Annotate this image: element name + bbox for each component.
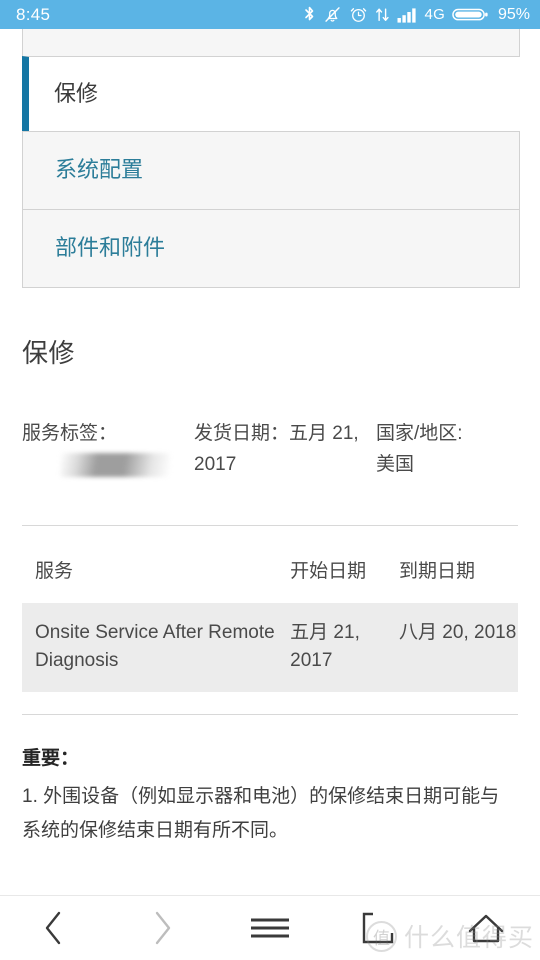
- page-title: 保修: [22, 338, 76, 368]
- chevron-left-icon: [41, 909, 67, 947]
- warranty-table: 服务 开始日期 到期日期 Onsite Service After Remote…: [22, 532, 518, 693]
- status-bar: 8:45 4G 95%: [0, 0, 540, 29]
- cell-start-date: 五月 21, 2017: [290, 603, 400, 693]
- table-row: Onsite Service After Remote Diagnosis 五月…: [22, 603, 518, 693]
- ship-date-label: 发货日期：: [194, 423, 290, 444]
- home-icon: [466, 911, 506, 945]
- table-header-start-date: 开始日期: [290, 560, 367, 582]
- browser-bottom-navbar: [0, 895, 540, 960]
- hamburger-menu-icon: [248, 912, 292, 944]
- signal-bars-icon: [397, 5, 419, 24]
- table-header-service: 服务: [35, 560, 74, 582]
- mute-bell-icon: [323, 5, 342, 24]
- region-label: 国家/地区:: [376, 423, 463, 444]
- divider-below-table: [22, 714, 518, 716]
- table-header-row: 服务 开始日期 到期日期: [22, 532, 518, 604]
- section-tab-list: 保修 系统配置 部件和附件: [22, 29, 520, 288]
- forward-button[interactable]: [108, 896, 216, 960]
- service-tag-redacted-value: [60, 453, 170, 478]
- battery-percent-label: 95%: [497, 5, 530, 23]
- taplist-item-label: 系统配置: [55, 157, 144, 183]
- divider-above-table: [22, 524, 518, 526]
- alarm-clock-icon: [349, 5, 368, 24]
- back-button[interactable]: [0, 896, 108, 960]
- taplist-item-label: 部件和附件: [55, 235, 166, 261]
- service-tag-block: 服务标签：: [22, 418, 194, 481]
- bluetooth-icon: [303, 5, 316, 24]
- important-notes: 重要： 1. 外围设备（例如显示器和电池）的保修结束日期可能与系统的保修结束日期…: [22, 742, 518, 847]
- network-type-label: 4G: [424, 6, 445, 23]
- battery-icon: [452, 5, 489, 24]
- status-clock: 8:45: [16, 4, 51, 24]
- cell-service: Onsite Service After Remote Diagnosis: [22, 603, 291, 693]
- table-header-end-date: 到期日期: [399, 560, 476, 582]
- main-content: 保修 服务标签： 发货日期：五月 21, 2017 国家/地区: 美国 服务 开…: [0, 333, 540, 848]
- data-transfer-icon: [375, 5, 390, 24]
- menu-button[interactable]: [216, 896, 324, 960]
- service-tag-label: 服务标签：: [22, 423, 118, 444]
- taplist-item-label: 保修: [54, 80, 99, 106]
- notes-body: 1. 外围设备（例如显示器和电池）的保修结束日期可能与系统的保修结束日期有所不同…: [22, 786, 500, 841]
- tabs-button[interactable]: [324, 896, 432, 960]
- chevron-right-icon: [149, 909, 175, 947]
- home-button[interactable]: [432, 896, 540, 960]
- region-value: 美国: [376, 454, 415, 476]
- taplist-item-partial-top[interactable]: [23, 29, 519, 56]
- ship-date-block: 发货日期：五月 21, 2017: [194, 418, 376, 481]
- status-icons-group: 4G 95%: [303, 5, 530, 24]
- notes-title: 重要：: [22, 748, 80, 770]
- cell-end-date: 八月 20, 2018: [399, 603, 518, 693]
- tabs-window-icon: [361, 911, 395, 945]
- taplist-item-warranty[interactable]: 保修: [22, 56, 520, 131]
- taplist-item-parts-accessories[interactable]: 部件和附件: [23, 209, 519, 287]
- taplist-item-system-config[interactable]: 系统配置: [23, 131, 519, 209]
- region-block: 国家/地区: 美国: [376, 418, 516, 481]
- device-meta-row: 服务标签： 发货日期：五月 21, 2017 国家/地区: 美国: [22, 418, 518, 481]
- page-scroll-area[interactable]: 保修 系统配置 部件和附件 保修 服务标签： 发货日期：五月 21, 2017 …: [0, 29, 540, 895]
